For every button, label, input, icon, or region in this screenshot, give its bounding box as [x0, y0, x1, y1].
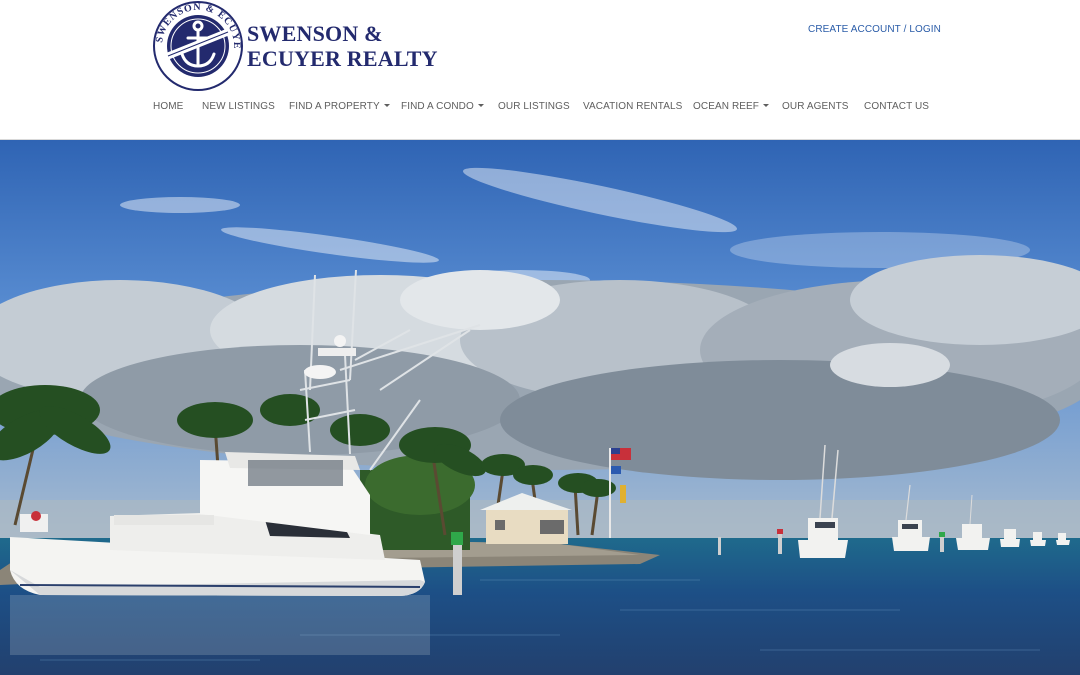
anchor-seal-icon: SWENSON & ECUYER REALTY — [152, 0, 243, 91]
nav-item-label: CONTACT US — [864, 101, 930, 112]
brand-name-line1: SWENSON & — [247, 21, 383, 46]
marina-photo — [0, 140, 1080, 675]
nav-item-label: FIND A PROPERTY — [289, 101, 380, 112]
nav-item-our-listings[interactable]: OUR LISTINGS — [498, 101, 570, 112]
hero-image — [0, 140, 1080, 675]
nav-item-label: OUR LISTINGS — [498, 101, 570, 112]
create-account-login-link[interactable]: CREATE ACCOUNT / LOGIN — [808, 24, 941, 35]
site-header: SWENSON & ECUYER REALTY SWENSON & ECUYER… — [0, 0, 1080, 140]
brand-name: SWENSON & ECUYER REALTY — [247, 21, 438, 71]
main-nav: HOME NEW LISTINGS FIND A PROPERTY FIND A… — [0, 101, 1080, 117]
nav-item-find-a-condo[interactable]: FIND A CONDO — [401, 101, 484, 112]
nav-item-label: FIND A CONDO — [401, 101, 474, 112]
site-logo[interactable]: SWENSON & ECUYER REALTY SWENSON & ECUYER… — [152, 0, 452, 92]
nav-item-vacation-rentals[interactable]: VACATION RENTALS — [583, 101, 682, 112]
nav-item-label: HOME — [153, 101, 184, 112]
nav-item-label: VACATION RENTALS — [583, 101, 683, 112]
caret-down-icon — [763, 103, 770, 107]
nav-item-label: OUR AGENTS — [782, 101, 849, 112]
nav-item-find-a-property[interactable]: FIND A PROPERTY — [289, 101, 390, 112]
nav-item-our-agents[interactable]: OUR AGENTS — [782, 101, 849, 112]
brand-name-line2: ECUYER REALTY — [247, 46, 438, 71]
caret-down-icon — [477, 103, 484, 107]
nav-item-label: OCEAN REEF — [693, 101, 760, 112]
nav-item-label: NEW LISTINGS — [202, 101, 275, 112]
caret-down-icon — [383, 103, 390, 107]
nav-item-ocean-reef[interactable]: OCEAN REEF — [693, 101, 770, 112]
nav-item-home[interactable]: HOME — [153, 101, 183, 112]
nav-item-new-listings[interactable]: NEW LISTINGS — [202, 101, 275, 112]
nav-item-contact-us[interactable]: CONTACT US — [864, 101, 929, 112]
